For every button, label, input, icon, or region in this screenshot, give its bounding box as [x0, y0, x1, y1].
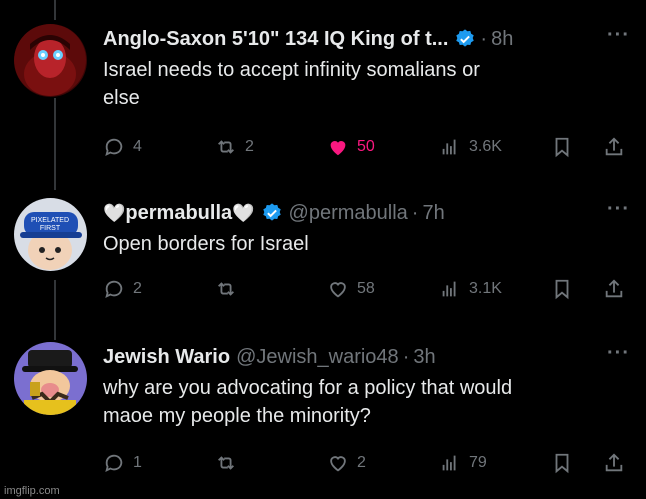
display-name[interactable]: Anglo-Saxon 5'10" 134 IQ King of t...: [103, 28, 448, 51]
separator-dot: ·: [402, 345, 410, 368]
bookmark-button[interactable]: [551, 452, 573, 474]
repost-icon: [218, 140, 234, 154]
like-button[interactable]: 2: [327, 452, 366, 474]
tweet-actions: 1 2 79: [103, 450, 630, 476]
watermark: imgflip.com: [4, 485, 60, 497]
timestamp[interactable]: 8h: [491, 28, 513, 51]
display-name[interactable]: Jewish Wario: [103, 346, 230, 369]
tweet-header: 🤍 permabulla 🤍 @permabulla · 7h: [103, 198, 630, 228]
avatar[interactable]: [14, 24, 87, 97]
reply-button[interactable]: 4: [103, 136, 142, 158]
heart-outline-icon: [330, 282, 346, 298]
repost-count: 2: [245, 138, 254, 155]
views-button[interactable]: 3.6K: [439, 136, 502, 158]
tweet-text-line: Israel needs to accept infinity somalian…: [103, 59, 480, 81]
tweet-header: Anglo-Saxon 5'10" 134 IQ King of t... · …: [103, 24, 630, 54]
cap-text-line-2: FIRST: [40, 225, 61, 232]
white-heart-emoji-icon: 🤍: [103, 202, 126, 223]
tweet-text-line: maoe my people the minority?: [103, 405, 371, 427]
views-count: 3.1K: [469, 280, 502, 297]
bookmark-button[interactable]: [551, 278, 573, 300]
more-options-icon[interactable]: ···: [607, 198, 630, 221]
tweet-text: why are you advocating for a policy that…: [103, 374, 630, 430]
avatar[interactable]: PIXELATED FIRST: [14, 198, 87, 271]
repost-button[interactable]: [215, 278, 245, 300]
repost-icon: [218, 456, 234, 470]
reply-icon: [105, 454, 123, 473]
repost-icon: [218, 282, 234, 296]
tweet-actions: 4 2 50 3.6K: [103, 134, 630, 160]
views-chart-icon: [442, 281, 456, 297]
tweet-text-line: why are you advocating for a policy that…: [103, 377, 513, 399]
white-heart-emoji-icon: 🤍: [232, 202, 255, 223]
reply-count: 4: [133, 138, 142, 155]
share-button[interactable]: [603, 136, 625, 158]
display-name[interactable]: permabulla: [125, 202, 232, 225]
thread-line-top: [54, 0, 56, 20]
share-icon: [605, 453, 623, 472]
bookmark-button[interactable]: [551, 136, 573, 158]
wario-avatar-icon: [14, 342, 87, 415]
timestamp[interactable]: 3h: [413, 346, 435, 369]
share-button[interactable]: [603, 278, 625, 300]
heart-filled-icon: [330, 141, 346, 156]
tweet-text-line: else: [103, 87, 140, 109]
share-icon: [605, 279, 623, 298]
separator-dot: ·: [480, 27, 488, 50]
cap-text-line-1: PIXELATED: [31, 217, 69, 224]
like-count: 2: [357, 454, 366, 471]
views-chart-icon: [442, 139, 456, 155]
tweet-header: Jewish Wario @Jewish_wario48 · 3h: [103, 342, 630, 372]
reply-count: 1: [133, 454, 142, 471]
avatar[interactable]: [14, 342, 87, 415]
tweet-3[interactable]: Jewish Wario @Jewish_wario48 · 3h ··· wh…: [0, 342, 646, 492]
verified-badge-icon: [262, 203, 281, 221]
reply-icon: [105, 138, 123, 157]
timestamp[interactable]: 7h: [422, 202, 444, 225]
glowing-eyes-avatar-icon: [14, 24, 87, 97]
more-options-icon[interactable]: ···: [607, 24, 630, 47]
tweet-2[interactable]: PIXELATED FIRST 🤍 permabulla 🤍 @permabul…: [0, 196, 646, 326]
tweet-text: Open borders for Israel: [103, 230, 630, 258]
reply-button[interactable]: 2: [103, 278, 142, 300]
reply-count: 2: [133, 280, 142, 297]
repost-button[interactable]: [215, 452, 245, 474]
tweet-actions: 2 58 3.1K: [103, 276, 630, 302]
views-button[interactable]: 3.1K: [439, 278, 502, 300]
share-button[interactable]: [603, 452, 625, 474]
cartoon-cap-avatar-icon: PIXELATED FIRST: [14, 198, 87, 271]
like-button[interactable]: 50: [327, 136, 375, 158]
like-button[interactable]: 58: [327, 278, 375, 300]
more-options-icon[interactable]: ···: [607, 342, 630, 365]
views-count: 3.6K: [469, 138, 502, 155]
user-handle[interactable]: @permabulla: [289, 202, 408, 225]
tweet-text-line: Open borders for Israel: [103, 233, 309, 255]
heart-outline-icon: [330, 456, 346, 472]
views-count: 79: [469, 454, 487, 471]
views-button[interactable]: 79: [439, 452, 487, 474]
separator-dot: ·: [411, 201, 419, 224]
tweet-1[interactable]: Anglo-Saxon 5'10" 134 IQ King of t... · …: [0, 24, 646, 174]
like-count: 58: [357, 280, 375, 297]
bookmark-icon: [555, 453, 569, 474]
verified-badge-icon: [456, 29, 475, 47]
views-chart-icon: [442, 455, 456, 471]
repost-button[interactable]: 2: [215, 136, 254, 158]
bookmark-icon: [555, 279, 569, 300]
bookmark-icon: [555, 137, 569, 158]
share-icon: [605, 137, 623, 156]
user-handle[interactable]: @Jewish_wario48: [236, 346, 399, 369]
reply-icon: [105, 280, 123, 299]
like-count: 50: [357, 138, 375, 155]
reply-button[interactable]: 1: [103, 452, 142, 474]
tweet-text: Israel needs to accept infinity somalian…: [103, 56, 630, 112]
